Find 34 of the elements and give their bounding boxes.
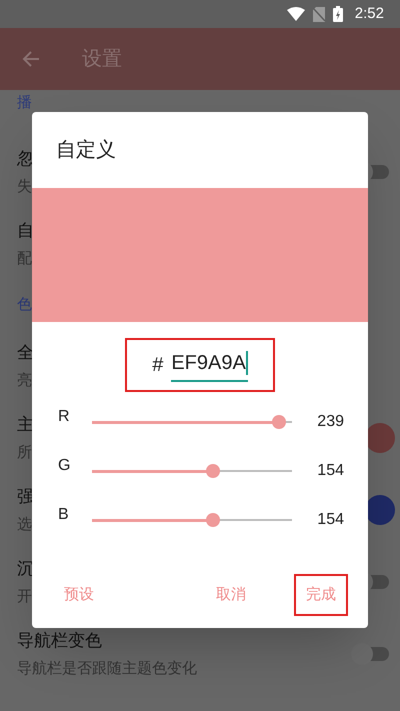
wifi-icon [286, 7, 305, 21]
setting-title: 主 [17, 414, 34, 436]
channel-label: R [58, 407, 71, 427]
dialog-button[interactable]: 取消 [204, 574, 258, 616]
slider[interactable] [92, 513, 292, 527]
slider[interactable] [92, 464, 292, 478]
channel-value: 154 [317, 510, 344, 530]
dialog-button[interactable]: 完成 [294, 574, 348, 616]
section-header: 播 [17, 93, 32, 113]
dialog-title: 自定义 [56, 138, 116, 163]
color-swatch[interactable] [365, 423, 395, 453]
hash-label: # [152, 353, 164, 378]
clock: 2:52 [354, 4, 384, 24]
channel-label: B [58, 505, 70, 525]
back-arrow-icon[interactable] [22, 51, 40, 67]
slider[interactable] [92, 415, 292, 429]
setting-title: 自 [17, 220, 34, 242]
hex-field[interactable]: # EF9A9A [125, 338, 275, 392]
battery-charging-icon [332, 6, 343, 22]
hex-value: EF9A9A [171, 351, 246, 376]
text-cursor [246, 351, 248, 375]
channel-label: G [58, 456, 72, 476]
slider-thumb[interactable] [206, 464, 220, 478]
channel-value: 239 [317, 412, 344, 432]
setting-title: 全 [17, 342, 34, 364]
no-sim-icon [312, 6, 325, 22]
dialog-button[interactable]: 预设 [52, 574, 106, 616]
channel-value: 154 [317, 461, 344, 481]
slider-thumb[interactable] [272, 415, 286, 429]
section-header: 色 [17, 294, 32, 315]
setting-title: 导航栏变色 [17, 630, 103, 652]
setting-title: 忽 [17, 148, 34, 170]
slider-thumb[interactable] [206, 513, 220, 527]
color-swatch[interactable] [365, 495, 395, 525]
